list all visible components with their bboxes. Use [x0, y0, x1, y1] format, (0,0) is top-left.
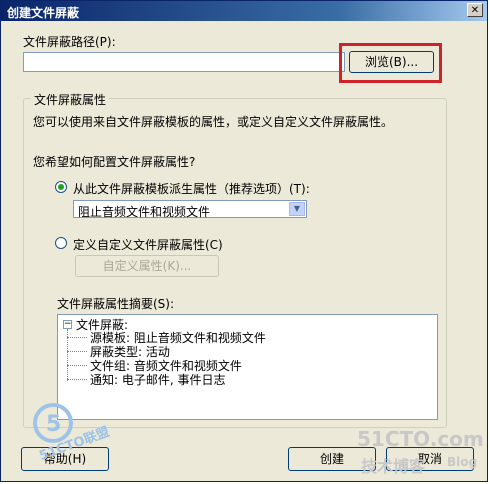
close-icon[interactable]: ✕ — [467, 3, 483, 17]
path-input[interactable] — [23, 52, 345, 72]
right-watermark-blog: Blog — [447, 455, 478, 469]
template-select-value: 阻止音频文件和视频文件 — [78, 205, 211, 219]
summary-item: 通知: 电子邮件, 事件日志 — [90, 373, 226, 387]
browse-button[interactable]: 浏览(B)... — [349, 51, 434, 73]
svg-text:5: 5 — [46, 412, 61, 437]
right-watermark-sub: 技术博客 — [361, 457, 426, 476]
radio-custom-properties[interactable] — [55, 237, 67, 249]
dialog-title: 创建文件屏蔽 — [7, 6, 80, 20]
properties-group-title: 文件屏蔽属性 — [31, 91, 110, 108]
tree-line — [67, 379, 87, 380]
create-file-screen-dialog: 创建文件屏蔽 ✕ 文件屏蔽路径(P): 浏览(B)... 文件屏蔽属性 您可以使… — [0, 0, 488, 482]
configure-question: 您希望如何配置文件屏蔽属性? — [33, 155, 196, 169]
right-watermark-main: 51CTO.com — [357, 427, 484, 451]
radio-derive-template-label: 从此文件屏蔽模板派生属性（推荐选项）(T): — [73, 182, 310, 196]
tree-line — [67, 365, 87, 366]
title-bar: 创建文件屏蔽 ✕ — [1, 1, 487, 21]
path-label: 文件屏蔽路径(P): — [23, 35, 116, 49]
tree-line — [67, 351, 87, 352]
collapse-icon[interactable]: − — [63, 320, 72, 329]
template-select[interactable]: 阻止音频文件和视频文件 ▼ — [73, 200, 307, 219]
radio-custom-properties-label: 定义自定义文件屏蔽属性(C) — [73, 238, 223, 252]
tree-line — [67, 337, 87, 338]
logo-watermark-icon: 5 — [33, 403, 73, 443]
chevron-down-icon[interactable]: ▼ — [289, 202, 305, 216]
properties-description: 您可以使用来自文件屏蔽模板的属性，或定义自定义文件屏蔽属性。 — [33, 115, 394, 129]
summary-label: 文件屏蔽属性摘要(S): — [57, 297, 175, 311]
custom-properties-button[interactable]: 自定义属性(K)... — [75, 255, 219, 277]
radio-derive-template[interactable] — [55, 181, 67, 193]
